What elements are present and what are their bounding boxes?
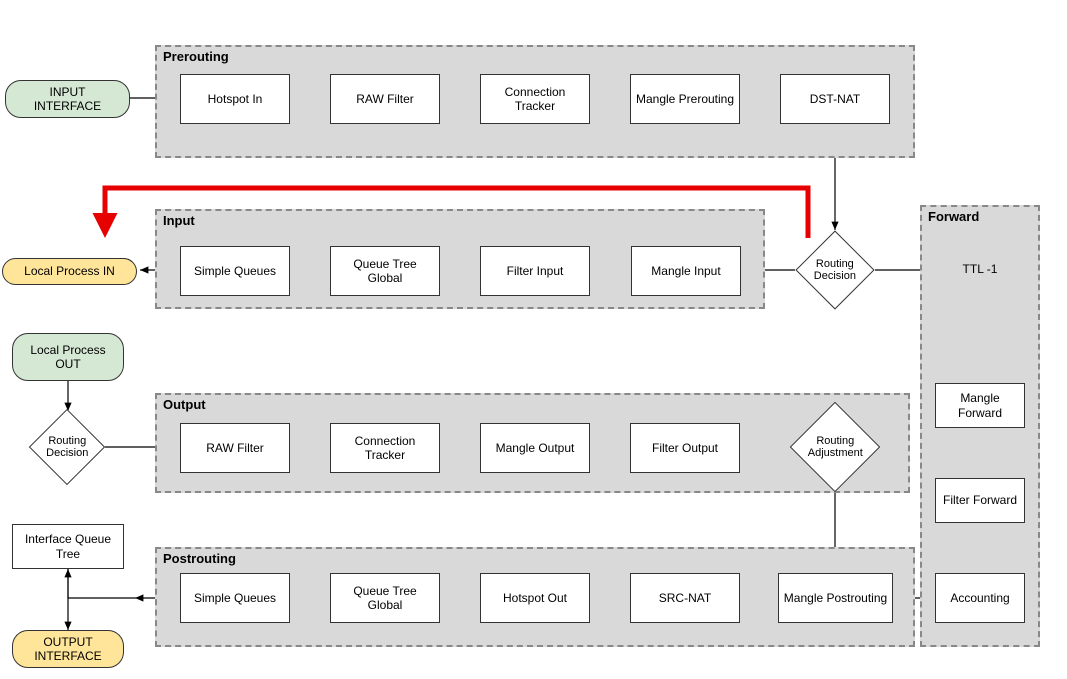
local-in-label: Local Process IN	[24, 264, 115, 278]
local-process-out: Local Process OUT	[12, 333, 124, 381]
mangle-input: Mangle Input	[631, 246, 741, 296]
output-if-label: OUTPUT INTERFACE	[17, 635, 119, 664]
routing-decision-label: Routing Decision	[797, 258, 873, 282]
src-nat: SRC-NAT	[630, 573, 740, 623]
mangle-out: Mangle Output	[480, 423, 590, 473]
input-interface: INPUT INTERFACE	[5, 80, 130, 118]
label-input: Input	[163, 213, 195, 228]
raw-filter-pre: RAW Filter	[330, 74, 440, 124]
qtree-global-post: Queue Tree Global	[330, 573, 440, 623]
label-prerouting: Prerouting	[163, 49, 229, 64]
conn-tracker-out: Connection Tracker	[330, 423, 440, 473]
ttl-label: TTL -1	[963, 262, 998, 276]
routing-adjust-label: Routing Adjustment	[792, 435, 879, 459]
routing-decision-2: Routing Decision	[29, 409, 105, 485]
local-out-label: Local Process OUT	[17, 343, 119, 372]
conn-tracker-pre: Connection Tracker	[480, 74, 590, 124]
dst-nat: DST-NAT	[780, 74, 890, 124]
qtree-global-in: Queue Tree Global	[330, 246, 440, 296]
simple-queues-in: Simple Queues	[180, 246, 290, 296]
filter-out: Filter Output	[630, 423, 740, 473]
interface-queue-tree: Interface Queue Tree	[12, 524, 124, 569]
simple-queues-post: Simple Queues	[180, 573, 290, 623]
routing-decision2-label: Routing Decision	[31, 435, 104, 459]
hotspot-in: Hotspot In	[180, 74, 290, 124]
mangle-forward: Mangle Forward	[935, 383, 1025, 428]
filter-forward: Filter Forward	[935, 478, 1025, 523]
label-forward: Forward	[928, 209, 979, 224]
input-interface-label: INPUT INTERFACE	[34, 85, 101, 114]
local-process-in: Local Process IN	[2, 258, 137, 285]
label-postrouting: Postrouting	[163, 551, 236, 566]
ttl-label-box: TTL -1	[935, 250, 1025, 288]
accounting: Accounting	[935, 573, 1025, 623]
mangle-post: Mangle Postrouting	[778, 573, 893, 623]
raw-filter-out: RAW Filter	[180, 423, 290, 473]
hotspot-out: Hotspot Out	[480, 573, 590, 623]
output-interface: OUTPUT INTERFACE	[12, 630, 124, 668]
filter-input: Filter Input	[480, 246, 590, 296]
label-output: Output	[163, 397, 206, 412]
mangle-pre: Mangle Prerouting	[630, 74, 740, 124]
routing-decision: Routing Decision	[795, 230, 874, 309]
